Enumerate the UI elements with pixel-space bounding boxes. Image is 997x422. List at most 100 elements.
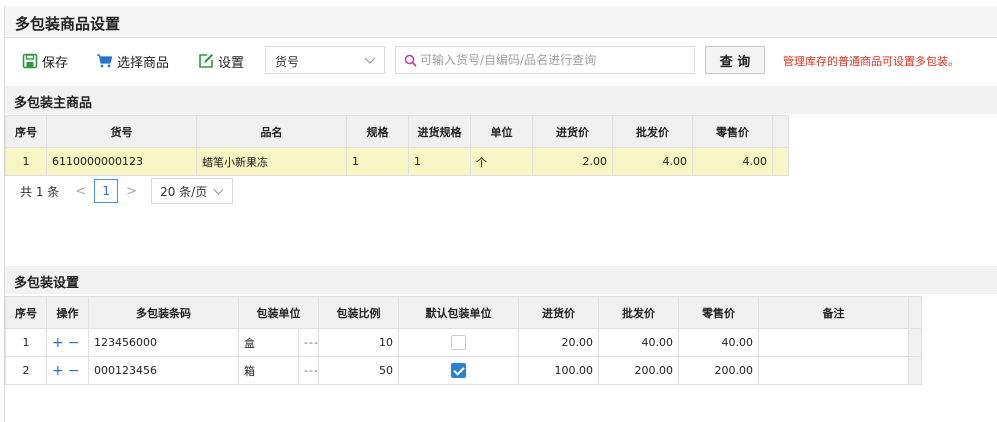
search-input[interactable] <box>420 51 690 69</box>
cell-wholesale-price: 4.00 <box>612 147 693 176</box>
toolbar: 保存 选择商品 设置 货号 查 询 管理库存的普通商品可设置多包装。 <box>5 38 997 84</box>
next-page-button[interactable]: > <box>126 184 137 199</box>
page-number-button[interactable]: 1 <box>94 179 119 203</box>
page-size-select[interactable]: 20 条/页 <box>151 178 234 204</box>
pack-section-title: 多包装设置 <box>14 276 80 291</box>
col-header: 进货价 <box>532 115 613 148</box>
col-header: 多包装条码 <box>88 296 239 329</box>
cell-pack-unit[interactable]: 箱 <box>238 356 299 385</box>
cell-no: 1 <box>5 328 47 357</box>
col-header: 进货价 <box>518 296 599 329</box>
col-header: 进货规格 <box>408 115 471 148</box>
search-icon <box>404 54 417 67</box>
col-header: 货号 <box>46 115 197 148</box>
page-header: 多包装商品设置 <box>5 6 997 38</box>
main-section-header: 多包装主商品 <box>5 86 997 114</box>
col-header: 包装单位 <box>238 296 319 329</box>
cell-purchase-spec: 1 <box>408 147 471 176</box>
cell-wholesale-price[interactable]: 40.00 <box>598 328 679 357</box>
cell-ops: + − <box>46 328 89 357</box>
col-header: 批发价 <box>598 296 679 329</box>
col-header: 零售价 <box>692 115 773 148</box>
cell-barcode[interactable]: 123456000 <box>88 328 239 357</box>
settings-button[interactable]: 设置 <box>198 51 244 71</box>
main-goods-table: 序号 货号 品名 规格 进货规格 单位 进货价 批发价 零售价 1 611000… <box>5 115 789 176</box>
default-unit-checkbox[interactable] <box>451 363 466 378</box>
field-select[interactable]: 货号 <box>265 46 385 74</box>
main-section-title: 多包装主商品 <box>14 96 93 111</box>
field-select-value: 货号 <box>275 55 300 69</box>
save-button[interactable]: 保存 <box>22 51 68 71</box>
col-header: 默认包装单位 <box>398 296 519 329</box>
scroll-gutter <box>908 356 922 385</box>
table-row: 1 + − 123456000 盒 --- 10 20.00 40.00 40.0… <box>5 328 922 357</box>
floppy-icon <box>22 53 38 69</box>
col-header: 批发价 <box>612 115 693 148</box>
cell-no: 2 <box>5 356 47 385</box>
cell-purchase-price: 2.00 <box>532 147 613 176</box>
scroll-gutter <box>772 115 789 148</box>
cell-retail-price[interactable]: 40.00 <box>678 328 759 357</box>
search-box <box>395 46 695 74</box>
pack-unit-picker-label: --- <box>304 364 319 377</box>
scroll-gutter <box>772 147 789 176</box>
table-row: 2 + − 000123456 箱 --- 50 100.00 200.00 20… <box>5 356 922 385</box>
cell-pack-ratio[interactable]: 50 <box>318 356 399 385</box>
cell-wholesale-price[interactable]: 200.00 <box>598 356 679 385</box>
cell-barcode[interactable]: 000123456 <box>88 356 239 385</box>
col-header: 规格 <box>346 115 409 148</box>
cell-pack-unit[interactable]: 盒 <box>238 328 299 357</box>
prev-page-button[interactable]: < <box>75 184 86 199</box>
pack-unit-picker-label: --- <box>304 336 319 349</box>
chevron-down-icon <box>364 57 376 64</box>
cell-spec: 1 <box>346 147 409 176</box>
cell-retail-price: 4.00 <box>692 147 773 176</box>
cell-default-unit <box>398 328 519 357</box>
pack-table-header-row: 序号 操作 多包装条码 包装单位 包装比例 默认包装单位 进货价 批发价 零售价… <box>5 296 922 329</box>
page-title: 多包装商品设置 <box>15 15 121 33</box>
scroll-gutter <box>908 328 922 357</box>
edit-icon <box>199 54 213 68</box>
cell-no: 1 <box>5 147 47 176</box>
remove-row-button[interactable]: − <box>68 335 80 351</box>
pack-settings-table: 序号 操作 多包装条码 包装单位 包装比例 默认包装单位 进货价 批发价 零售价… <box>5 296 922 385</box>
settings-label: 设置 <box>218 55 245 71</box>
select-goods-label: 选择商品 <box>117 55 170 71</box>
cell-remark[interactable] <box>758 356 909 385</box>
col-header: 品名 <box>196 115 347 148</box>
cell-remark[interactable] <box>758 328 909 357</box>
col-header: 操作 <box>46 296 89 329</box>
chevron-down-icon <box>213 188 224 195</box>
pack-section-header: 多包装设置 <box>5 266 997 294</box>
add-row-button[interactable]: + <box>52 335 64 351</box>
cell-purchase-price[interactable]: 20.00 <box>518 328 599 357</box>
scroll-gutter <box>908 296 922 329</box>
select-goods-button[interactable]: 选择商品 <box>96 51 169 71</box>
cell-unit: 个 <box>470 147 533 176</box>
pack-unit-picker[interactable]: --- <box>298 328 319 357</box>
total-count: 共 1 条 <box>20 184 60 199</box>
cell-name: 蜡笔小新果冻 <box>196 147 347 176</box>
main-table-header-row: 序号 货号 品名 规格 进货规格 单位 进货价 批发价 零售价 <box>5 115 789 148</box>
col-header: 包装比例 <box>318 296 399 329</box>
col-header: 序号 <box>5 115 47 148</box>
query-button[interactable]: 查 询 <box>705 46 765 74</box>
cell-purchase-price[interactable]: 100.00 <box>518 356 599 385</box>
tip-text: 管理库存的普通商品可设置多包装。 <box>783 55 959 68</box>
cell-pack-ratio[interactable]: 10 <box>318 328 399 357</box>
remove-row-button[interactable]: − <box>68 363 80 379</box>
add-row-button[interactable]: + <box>52 363 64 379</box>
cell-default-unit <box>398 356 519 385</box>
cart-icon <box>97 54 113 68</box>
cell-retail-price[interactable]: 200.00 <box>678 356 759 385</box>
table-row[interactable]: 1 6110000000123 蜡笔小新果冻 1 1 个 2.00 4.00 4… <box>5 147 789 176</box>
save-label: 保存 <box>42 55 69 71</box>
col-header: 序号 <box>5 296 47 329</box>
page-size-value: 20 条/页 <box>160 184 208 199</box>
col-header: 零售价 <box>678 296 759 329</box>
pagination: 共 1 条 < 1 > 20 条/页 <box>20 178 234 204</box>
default-unit-checkbox[interactable] <box>451 335 466 350</box>
pack-unit-picker[interactable]: --- <box>298 356 319 385</box>
cell-item-no: 6110000000123 <box>46 147 197 176</box>
cell-ops: + − <box>46 356 89 385</box>
